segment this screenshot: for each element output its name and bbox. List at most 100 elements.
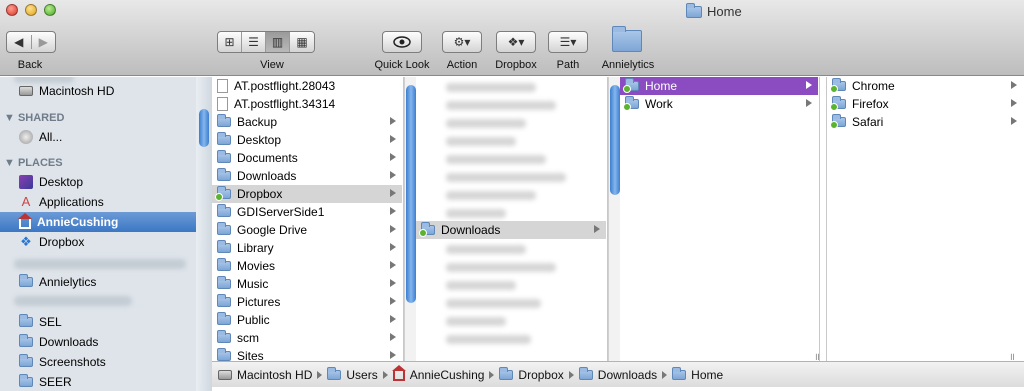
sidebar-item-desktop[interactable]: Desktop	[0, 172, 196, 192]
column-downloads: Home Work ॥	[620, 77, 820, 361]
list-item[interactable]: scm	[212, 329, 402, 347]
path-crumb-anniecushing[interactable]: AnnieCushing	[391, 365, 485, 382]
list-item[interactable]: Library	[212, 239, 402, 257]
folder-icon	[672, 366, 687, 380]
list-item-label: scm	[237, 331, 259, 345]
forward-button[interactable]: ▶	[32, 35, 56, 49]
desktop-icon	[19, 175, 33, 189]
path-crumb-dropbox[interactable]: Dropbox	[499, 366, 564, 382]
folder-icon	[217, 150, 231, 163]
folder-icon	[623, 78, 639, 93]
sidebar-item-dropbox[interactable]: ❖ Dropbox	[0, 232, 196, 252]
chevron-right-icon	[382, 370, 388, 379]
sidebar-item-screenshots[interactable]: Screenshots	[0, 352, 196, 372]
path-label: Path	[556, 59, 580, 71]
chevron-right-icon	[317, 370, 323, 379]
list-item-label: AT.postflight.28043	[234, 79, 336, 93]
sidebar-item-annielytics[interactable]: Annielytics	[0, 272, 196, 292]
folder-icon	[19, 314, 33, 327]
path-crumb-home[interactable]: Home	[672, 366, 723, 382]
list-item[interactable]: Documents	[212, 149, 402, 167]
sidebar-item-sel[interactable]: SEL	[0, 312, 196, 332]
sidebar-item-seer[interactable]: SEER	[0, 372, 196, 391]
chevron-right-icon	[390, 315, 396, 323]
list-item[interactable]: AT.postflight.34314	[212, 95, 402, 113]
column-dropbox: Downloads	[416, 77, 608, 361]
close-window-button[interactable]	[6, 4, 18, 16]
path-crumb-label: Users	[346, 367, 378, 382]
path-crumb-label: Macintosh HD	[237, 367, 313, 382]
sidebar-item-applications[interactable]: A Applications	[0, 192, 196, 212]
home-icon	[18, 212, 32, 229]
list-item[interactable]: AT.postflight.28043	[212, 77, 402, 95]
list-item-selected[interactable]: Home	[620, 77, 818, 95]
chevron-right-icon	[1011, 81, 1017, 89]
column-scrollbar[interactable]	[608, 77, 620, 361]
list-item[interactable]: Safari	[827, 113, 1023, 131]
path-crumb-downloads[interactable]: Downloads	[578, 366, 657, 382]
list-item-label: Home	[645, 79, 678, 93]
column-scrollbar[interactable]	[404, 77, 416, 361]
folder-icon	[217, 240, 231, 253]
folder-icon	[19, 374, 33, 387]
path-crumb-label: AnnieCushing	[409, 367, 485, 382]
list-item[interactable]: Pictures	[212, 293, 402, 311]
list-item[interactable]: Downloads	[212, 167, 402, 185]
column-resize-handle[interactable]: ॥	[1009, 349, 1015, 361]
places-heading-text: PLACES	[17, 157, 63, 169]
list-item-selected[interactable]: Dropbox	[212, 185, 402, 203]
list-item[interactable]: Public	[212, 311, 402, 329]
chevron-right-icon	[390, 117, 396, 125]
path-crumb-macintosh-hd[interactable]: Macintosh HD	[218, 368, 312, 382]
list-item-label: GDIServerSide1	[237, 205, 325, 219]
annielytics-shortcut[interactable]	[612, 26, 642, 52]
zoom-window-button[interactable]	[44, 4, 56, 16]
home-icon	[391, 365, 406, 381]
folder-icon	[19, 354, 33, 367]
list-item[interactable]: Movies	[212, 257, 402, 275]
list-item[interactable]: Work	[620, 95, 818, 113]
back-forward-control: ◀ ▶	[6, 31, 56, 53]
eye-icon	[393, 36, 411, 48]
list-item[interactable]: Google Drive	[212, 221, 402, 239]
scroll-thumb[interactable]	[406, 85, 416, 303]
sidebar-item-macintosh-hd[interactable]: Macintosh HD	[0, 81, 196, 101]
back-button[interactable]: ◀	[7, 35, 32, 49]
minimize-window-button[interactable]	[25, 4, 37, 16]
path-crumb-users[interactable]: Users	[327, 366, 378, 382]
list-view-button[interactable]: ☰	[242, 32, 266, 52]
list-item[interactable]: Desktop	[212, 131, 402, 149]
chevron-right-icon	[390, 261, 396, 269]
folder-icon	[217, 204, 231, 217]
sidebar-divider[interactable]	[196, 77, 212, 391]
scroll-thumb[interactable]	[610, 85, 620, 195]
list-item-selected[interactable]: Downloads	[416, 221, 606, 239]
list-item[interactable]: Music	[212, 275, 402, 293]
list-item[interactable]: Chrome	[827, 77, 1023, 95]
column-resize-handle[interactable]: ॥	[814, 349, 819, 361]
action-label: Action	[446, 59, 478, 71]
list-item[interactable]: Sites	[212, 347, 402, 361]
path-button[interactable]: ☰▾	[548, 31, 588, 53]
sidebar-item-all[interactable]: All...	[0, 127, 196, 147]
coverflow-view-button[interactable]: ▦	[290, 32, 314, 52]
sidebar-item-label: Desktop	[39, 175, 84, 189]
blurred-item	[446, 335, 531, 344]
list-item-label: Google Drive	[237, 223, 308, 237]
icon-view-button[interactable]: ⊞	[218, 32, 242, 52]
sidebar-item-label: Dropbox	[39, 235, 85, 249]
quick-look-button[interactable]	[382, 31, 422, 53]
list-item[interactable]: GDIServerSide1	[212, 203, 402, 221]
action-button[interactable]: ⚙▾	[442, 31, 482, 53]
sidebar-item-anniecushing[interactable]: AnnieCushing	[0, 212, 196, 232]
list-item[interactable]: Firefox	[827, 95, 1023, 113]
folder-icon	[215, 186, 231, 201]
list-item[interactable]: Backup	[212, 113, 402, 131]
column-view-button[interactable]: ▥	[266, 32, 290, 52]
finder-window: Home ◀ ▶ Back ⊞ ☰ ▥ ▦ View Quick Look ⚙▾…	[0, 0, 1024, 391]
folder-icon	[217, 276, 231, 289]
chevron-right-icon	[390, 243, 396, 251]
sidebar-scroll-thumb[interactable]	[199, 109, 209, 147]
dropbox-button[interactable]: ❖▾	[496, 31, 536, 53]
sidebar-item-downloads[interactable]: Downloads	[0, 332, 196, 352]
